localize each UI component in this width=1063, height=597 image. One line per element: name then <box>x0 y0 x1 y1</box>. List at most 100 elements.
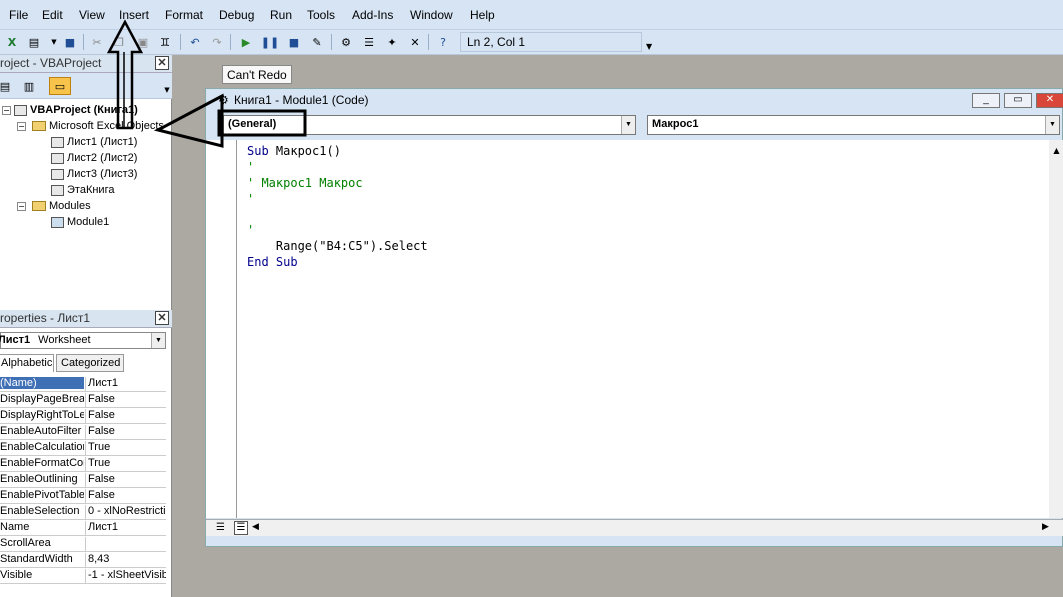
design-mode-icon[interactable]: ✎ <box>308 33 326 51</box>
procedure-combo[interactable]: Макрос1 ▼ <box>647 115 1060 135</box>
undo-icon[interactable]: ↶ <box>186 33 204 51</box>
vertical-scrollbar[interactable]: ▲ <box>1049 140 1063 518</box>
toolbar-options-icon[interactable]: ▼ <box>158 81 176 99</box>
close-icon[interactable]: ✕ <box>155 56 169 70</box>
tree-sheet1-label: Лист1 (Лист1) <box>67 136 138 148</box>
tab-categorized[interactable]: Categorized <box>56 354 124 372</box>
tree-vbaproject[interactable]: VBAProject (Книга1) <box>14 104 138 116</box>
property-row[interactable]: DisplayPageBreaksFalse <box>0 392 166 408</box>
property-value[interactable]: 0 - xlNoRestrictions <box>85 505 166 520</box>
cut-icon[interactable]: ✂ <box>88 33 106 51</box>
property-value[interactable]: 8,43 <box>85 553 166 568</box>
view-code-icon[interactable]: ▤ <box>0 77 14 95</box>
menu-tools[interactable]: Tools <box>307 8 335 22</box>
project-explorer: Project - VBAProject ✕ ▤ ▥ ▭ ▼ − VBAProj… <box>0 55 172 310</box>
menu-window[interactable]: Window <box>410 8 453 22</box>
property-row[interactable]: StandardWidth 8,43 <box>0 552 166 568</box>
menu-file[interactable]: File <box>9 8 28 22</box>
collapse-icon[interactable]: − <box>17 202 26 211</box>
menu-format[interactable]: Format <box>165 8 203 22</box>
menu-help[interactable]: Help <box>470 8 495 22</box>
paste-icon[interactable]: ▣ <box>134 33 152 51</box>
menu-addins[interactable]: Add-Ins <box>352 8 393 22</box>
properties-title-text: Properties - Лист1 <box>0 311 91 325</box>
minimize-button[interactable]: _ <box>972 93 1000 108</box>
scroll-left-icon[interactable]: ◀ <box>252 522 259 532</box>
tree-sheet2[interactable]: Лист2 (Лист2) <box>51 152 137 164</box>
property-row[interactable]: DisplayRightToLeft False <box>0 408 166 424</box>
property-row[interactable]: Visible -1 - xlSheetVisible <box>0 568 166 584</box>
property-row[interactable]: EnablePivotTable False <box>0 488 166 504</box>
property-value[interactable]: False <box>85 425 166 440</box>
property-name: (Name) <box>0 377 84 389</box>
property-value[interactable]: Лист1 <box>85 521 166 536</box>
collapse-icon[interactable]: − <box>2 106 11 115</box>
chevron-down-icon[interactable]: ▼ <box>1045 116 1059 134</box>
tree-sheet3[interactable]: Лист3 (Лист3) <box>51 168 137 180</box>
property-row[interactable]: EnableSelection 0 - xlNoRestrictions <box>0 504 166 520</box>
view-excel-icon[interactable]: X <box>3 33 21 51</box>
property-value[interactable]: False <box>85 473 166 488</box>
object-combo[interactable]: (General) ▼ <box>223 115 636 135</box>
procedure-view-icon[interactable]: ☰ <box>216 522 225 533</box>
scroll-up-icon[interactable]: ▲ <box>1049 146 1063 155</box>
view-object-icon[interactable]: ▥ <box>20 77 38 95</box>
toolbox-icon[interactable]: ✕ <box>406 33 424 51</box>
property-row[interactable]: ScrollArea <box>0 536 166 552</box>
property-row[interactable]: EnableFormatConditionsCalculationTrue <box>0 456 166 472</box>
object-browser-icon[interactable]: ✦ <box>383 33 401 51</box>
break-icon[interactable]: ❚❚ <box>261 33 279 51</box>
menu-view[interactable]: View <box>79 8 105 22</box>
chevron-down-icon[interactable]: ▼ <box>621 116 635 134</box>
property-value[interactable] <box>85 537 166 552</box>
property-value[interactable]: True <box>85 441 166 456</box>
chevron-down-icon[interactable]: ▼ <box>151 333 165 348</box>
menu-run[interactable]: Run <box>270 8 292 22</box>
tree-excel-objects[interactable]: Microsoft Excel Objects <box>32 120 164 132</box>
find-icon[interactable]: ♊ <box>156 33 174 51</box>
toolbar-options-icon[interactable]: ▼ <box>646 42 652 51</box>
property-value[interactable]: True <box>85 457 166 472</box>
collapse-icon[interactable]: − <box>17 122 26 131</box>
property-row[interactable]: Name Лист1 <box>0 520 166 536</box>
help-icon[interactable]: ? <box>434 33 452 51</box>
close-button[interactable]: ✕ <box>1036 93 1063 108</box>
tree-sheet1[interactable]: Лист1 (Лист1) <box>51 136 137 148</box>
property-name: DisplayPageBreaks <box>0 393 84 405</box>
save-icon[interactable]: ■ <box>61 33 79 51</box>
tree-modules[interactable]: Modules <box>32 200 91 212</box>
property-value[interactable]: False <box>85 489 166 504</box>
reset-icon[interactable]: ■ <box>285 33 303 51</box>
copy-icon[interactable]: ❐ <box>110 33 128 51</box>
property-value[interactable]: False <box>85 393 166 408</box>
toggle-folders-icon[interactable]: ▭ <box>49 77 71 95</box>
redo-icon[interactable]: ↷ <box>208 33 226 51</box>
property-value[interactable]: Лист1 <box>85 377 166 392</box>
project-explorer-icon[interactable]: ⚙ <box>337 33 355 51</box>
menu-insert[interactable]: Insert <box>119 8 149 22</box>
margin-indicator-bar[interactable] <box>206 140 236 518</box>
property-value[interactable]: False <box>85 409 166 424</box>
property-value[interactable]: -1 - xlSheetVisible <box>85 569 166 584</box>
maximize-button[interactable]: ▭ <box>1004 93 1032 108</box>
full-module-view-icon[interactable]: ☰ <box>234 521 248 535</box>
menu-debug[interactable]: Debug <box>219 8 254 22</box>
tree-workbook[interactable]: ЭтаКнига <box>51 184 114 196</box>
tree-workbook-label: ЭтаКнига <box>67 184 115 196</box>
tree-module1[interactable]: Module1 <box>51 216 109 228</box>
property-row[interactable]: EnableCalculation True <box>0 440 166 456</box>
menu-edit[interactable]: Edit <box>42 8 63 22</box>
tab-alphabetic[interactable]: Alphabetic <box>0 354 54 372</box>
code-editor[interactable]: Sub Макрос1() ' ' Макрос1 Макрос ' ' Ran… <box>236 140 1054 518</box>
property-row[interactable]: EnableOutlining False <box>0 472 166 488</box>
tree-module1-label: Module1 <box>67 216 110 228</box>
properties-window-icon[interactable]: ☰ <box>360 33 378 51</box>
scroll-right-icon[interactable]: ▶ <box>1042 522 1049 532</box>
object-selector[interactable]: Лист1 Worksheet ▼ <box>0 332 166 349</box>
insert-userform-icon[interactable]: ▤ <box>25 33 43 51</box>
close-icon[interactable]: ✕ <box>155 311 169 325</box>
horizontal-scrollbar[interactable]: ☰ ☰ ◀ ▶ <box>206 519 1063 536</box>
property-row[interactable]: EnableAutoFilter False <box>0 424 166 440</box>
property-row[interactable]: (Name) Лист1 <box>0 376 166 392</box>
run-icon[interactable]: ▶ <box>237 33 255 51</box>
